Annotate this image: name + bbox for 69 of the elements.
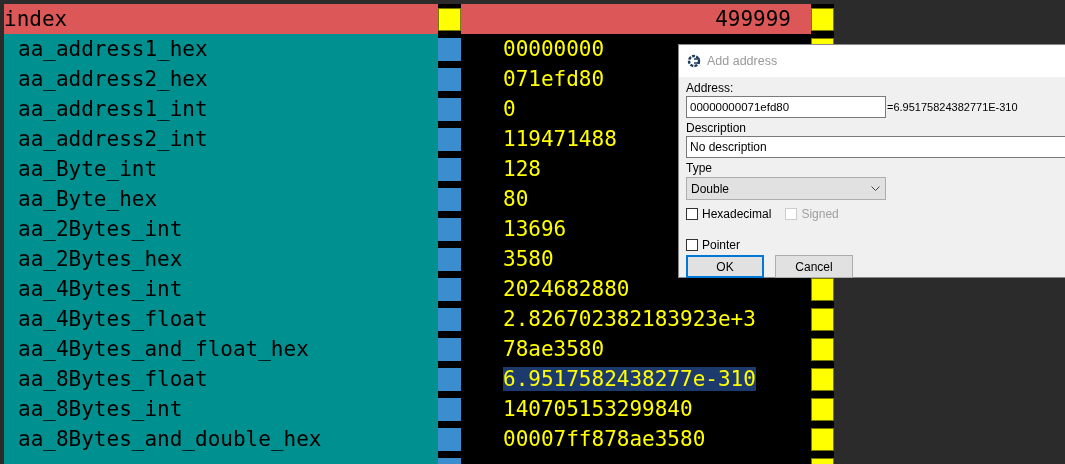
field-value[interactable]: 0 [503, 97, 516, 121]
checkbox-label: Pointer [702, 238, 741, 252]
field-label: Description [686, 121, 748, 136]
header-value: 499999 [461, 4, 811, 34]
chevron-icon [871, 185, 880, 192]
dialog-title: Add address [707, 54, 778, 68]
marker-square [811, 367, 834, 391]
field-name: aa_2Bytes_hex [4, 244, 438, 274]
field-value[interactable]: 2024682880 [503, 277, 630, 301]
marker-square [438, 337, 461, 361]
field-label: Type [686, 161, 713, 176]
field-value[interactable]: 00007ff878ae3580 [503, 427, 706, 451]
marker-square [811, 7, 834, 31]
field-name: aa_8Bytes_int [4, 394, 438, 424]
marker-square [438, 247, 461, 271]
field-value[interactable]: 80 [503, 187, 529, 211]
marker-square [811, 277, 834, 301]
checkbox[interactable] [686, 208, 698, 220]
field-name: aa_4Bytes_float [4, 304, 438, 334]
field-name: aa_address2_hex [4, 64, 438, 94]
marker-square [438, 277, 461, 301]
result-text: =6.95175824382771E-310 [887, 101, 1018, 113]
field-name: aa_4Bytes_int [4, 274, 438, 304]
field-value[interactable]: 140705153299840 [503, 397, 693, 421]
field-value[interactable]: 2.826702382183923e+3 [503, 307, 756, 331]
field-name: aa_address2_int [4, 124, 438, 154]
field-value[interactable]: 3580 [503, 247, 554, 271]
column-header: index [4, 4, 438, 34]
marker-square [438, 187, 461, 211]
marker-square [438, 157, 461, 181]
field-name: aa_address1_hex [4, 34, 438, 64]
field-name: aa_address1_int [4, 94, 438, 124]
marker-square [438, 307, 461, 331]
field-value[interactable]: 119471488 [503, 127, 617, 151]
field-name: aa_Byte_hex [4, 184, 438, 214]
field-name: aa_Byte_int [4, 154, 438, 184]
marker-square [438, 217, 461, 241]
dialog-button[interactable]: OK [686, 255, 764, 278]
marker-square [438, 97, 461, 121]
field-name: aa_8Bytes_float [4, 364, 438, 394]
marker-square [438, 37, 461, 61]
marker-square [438, 127, 461, 151]
checkbox-label: Signed [801, 207, 839, 221]
marker-square [438, 397, 461, 421]
field-value[interactable]: 78ae3580 [503, 337, 605, 361]
field-value[interactable]: 13696 [503, 217, 567, 241]
field-name: aa_8Bytes_and_double_hex [4, 424, 438, 454]
field-value[interactable]: 071efd80 [503, 67, 605, 91]
checkbox[interactable] [686, 239, 698, 251]
input-field[interactable]: No description [686, 136, 1065, 158]
marker-square [811, 307, 834, 331]
marker-square [438, 367, 461, 391]
field-value[interactable]: 128 [503, 157, 541, 181]
marker-square [811, 397, 834, 421]
marker-square [811, 427, 834, 451]
field-label: Address: [686, 81, 735, 96]
marker-square [811, 337, 834, 361]
field-value[interactable]: 6.9517582438277e-310 [503, 367, 756, 391]
input-field[interactable]: 00000000071efd80 [686, 96, 886, 118]
gear-icon [687, 54, 701, 68]
field-value[interactable]: 00000000 [503, 37, 605, 61]
marker-square [438, 7, 461, 31]
marker-square [438, 67, 461, 91]
marker-square [438, 427, 461, 451]
dropdown[interactable]: Double [686, 177, 886, 200]
field-name: aa_2Bytes_int [4, 214, 438, 244]
dialog-button[interactable]: Cancel [775, 255, 853, 278]
field-name: aa_4Bytes_and_float_hex [4, 334, 438, 364]
checkbox-label: Hexadecimal [702, 207, 772, 221]
